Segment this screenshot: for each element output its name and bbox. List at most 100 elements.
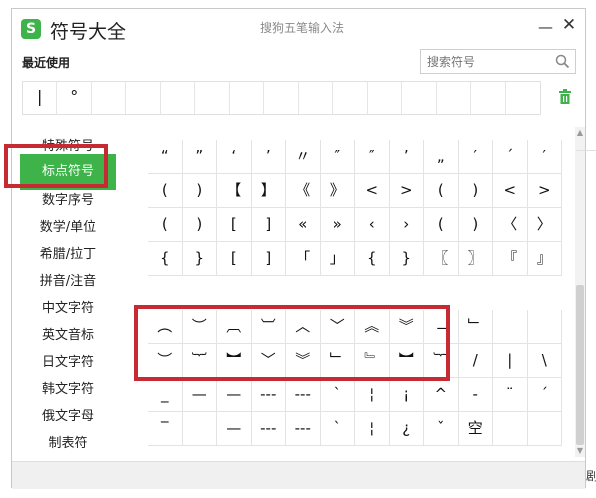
symbol-cell[interactable] (182, 412, 217, 446)
symbol-cell[interactable]: ¨ (493, 378, 528, 412)
symbol-cell[interactable] (493, 412, 528, 446)
symbol-cell[interactable]: 空 (458, 412, 493, 446)
scrollbar[interactable]: ▲ ▼ (575, 127, 585, 457)
symbol-cell[interactable]: 》 (320, 174, 355, 208)
symbol-cell[interactable]: ( (148, 208, 183, 242)
symbol-cell[interactable]: ’ (251, 140, 286, 174)
symbol-cell[interactable]: } (389, 242, 424, 276)
symbol-cell[interactable]: - (458, 378, 493, 412)
symbol-cell[interactable]: \ (527, 344, 562, 378)
symbol-cell[interactable]: ″ (355, 140, 390, 174)
scroll-thumb[interactable] (576, 285, 584, 445)
symbol-cell[interactable]: ‘ (217, 140, 252, 174)
category-item[interactable]: 拼音/注音 (20, 268, 116, 295)
symbol-cell[interactable]: ¡ (389, 378, 424, 412)
symbol-cell[interactable]: > (527, 174, 562, 208)
symbol-cell[interactable]: | (493, 344, 528, 378)
symbol-cell[interactable]: ‹ (355, 208, 390, 242)
symbol-cell[interactable] (527, 412, 562, 446)
recent-symbol-cell[interactable] (92, 82, 127, 114)
symbol-cell[interactable]: ) (458, 174, 493, 208)
recent-symbol-cell[interactable] (230, 82, 265, 114)
symbol-cell[interactable]: ¿ (389, 412, 424, 446)
recent-symbol-cell[interactable] (195, 82, 230, 114)
symbol-cell[interactable]: --- (251, 412, 286, 446)
recent-symbol-cell[interactable] (368, 82, 403, 114)
symbol-cell[interactable]: --- (251, 378, 286, 412)
symbol-cell[interactable]: ” (182, 140, 217, 174)
symbol-cell[interactable]: ] (251, 242, 286, 276)
search-input[interactable] (427, 53, 547, 70)
symbol-cell[interactable]: 「 (286, 242, 321, 276)
symbol-cell[interactable]: » (320, 208, 355, 242)
symbol-cell[interactable]: ′ (527, 140, 562, 174)
recent-symbol-cell[interactable] (333, 82, 368, 114)
symbol-cell[interactable]: ’ (389, 140, 424, 174)
symbol-cell[interactable]: « (286, 208, 321, 242)
symbol-cell[interactable]: ˇ (424, 412, 459, 446)
category-item[interactable]: 制表符 (20, 430, 116, 457)
category-item[interactable]: 希腊/拉丁 (20, 241, 116, 268)
symbol-cell[interactable]: ﹂ (458, 310, 493, 344)
symbol-cell[interactable]: / (458, 344, 493, 378)
symbol-cell[interactable]: ( (148, 174, 183, 208)
symbol-cell[interactable]: 』 (527, 242, 562, 276)
symbol-cell[interactable]: ^ (424, 378, 459, 412)
scroll-up-icon[interactable]: ▲ (575, 129, 585, 137)
symbol-cell[interactable]: — (217, 378, 252, 412)
symbol-cell[interactable]: 〖 (424, 242, 459, 276)
category-item[interactable]: 俄文字母 (20, 403, 116, 430)
symbol-cell[interactable]: ˋ (320, 412, 355, 446)
category-item[interactable]: 中文字符 (20, 295, 116, 322)
symbol-cell[interactable]: ) (182, 208, 217, 242)
symbol-cell[interactable]: „ (424, 140, 459, 174)
symbol-cell[interactable]: ¦ (355, 412, 390, 446)
symbol-cell[interactable]: [ (217, 208, 252, 242)
symbol-cell[interactable]: { (355, 242, 390, 276)
symbol-cell[interactable]: ] (251, 208, 286, 242)
recent-symbol-cell[interactable]: | (23, 82, 58, 114)
trash-icon[interactable] (558, 89, 572, 105)
category-item[interactable]: 韩文字符 (20, 376, 116, 403)
recent-symbol-cell[interactable] (402, 82, 437, 114)
symbol-cell[interactable]: ( (424, 174, 459, 208)
symbol-cell[interactable]: ´ (493, 140, 528, 174)
category-item[interactable]: 数字序号 (20, 187, 116, 214)
symbol-cell[interactable]: --- (286, 378, 321, 412)
symbol-cell[interactable]: — (182, 378, 217, 412)
symbol-cell[interactable]: — (217, 412, 252, 446)
symbol-cell[interactable]: ˊ (527, 378, 562, 412)
recent-symbol-cell[interactable] (126, 82, 161, 114)
symbol-cell[interactable]: 《 (286, 174, 321, 208)
minimize-button[interactable]: — (538, 18, 553, 36)
symbol-cell[interactable] (493, 310, 528, 344)
symbol-cell[interactable]: _ (148, 378, 183, 412)
search-icon[interactable] (555, 54, 570, 69)
symbol-cell[interactable]: ` (320, 378, 355, 412)
recent-symbol-cell[interactable] (264, 82, 299, 114)
symbol-cell[interactable]: } (182, 242, 217, 276)
category-item[interactable]: 日文字符 (20, 349, 116, 376)
symbol-cell[interactable]: 〉 (527, 208, 562, 242)
recent-symbol-cell[interactable]: ° (57, 82, 92, 114)
symbol-cell[interactable]: 『 (493, 242, 528, 276)
symbol-cell[interactable]: ) (182, 174, 217, 208)
symbol-cell[interactable]: > (389, 174, 424, 208)
symbol-cell[interactable]: < (493, 174, 528, 208)
recent-symbol-cell[interactable] (471, 82, 506, 114)
symbol-cell[interactable]: ¦ (355, 378, 390, 412)
symbol-cell[interactable]: ( (424, 208, 459, 242)
symbol-cell[interactable]: “ (148, 140, 183, 174)
search-box[interactable] (420, 49, 576, 74)
close-button[interactable]: ✕ (561, 15, 577, 35)
symbol-cell[interactable]: ″ (320, 140, 355, 174)
symbol-cell[interactable]: ) (458, 208, 493, 242)
symbol-cell[interactable]: --- (286, 412, 321, 446)
recent-symbol-cell[interactable] (299, 82, 334, 114)
category-item[interactable]: 英文音标 (20, 322, 116, 349)
symbol-cell[interactable]: ′ (458, 140, 493, 174)
symbol-cell[interactable]: › (389, 208, 424, 242)
category-item[interactable]: 数学/单位 (20, 214, 116, 241)
symbol-cell[interactable]: 〈 (493, 208, 528, 242)
recent-symbol-cell[interactable] (506, 82, 540, 114)
